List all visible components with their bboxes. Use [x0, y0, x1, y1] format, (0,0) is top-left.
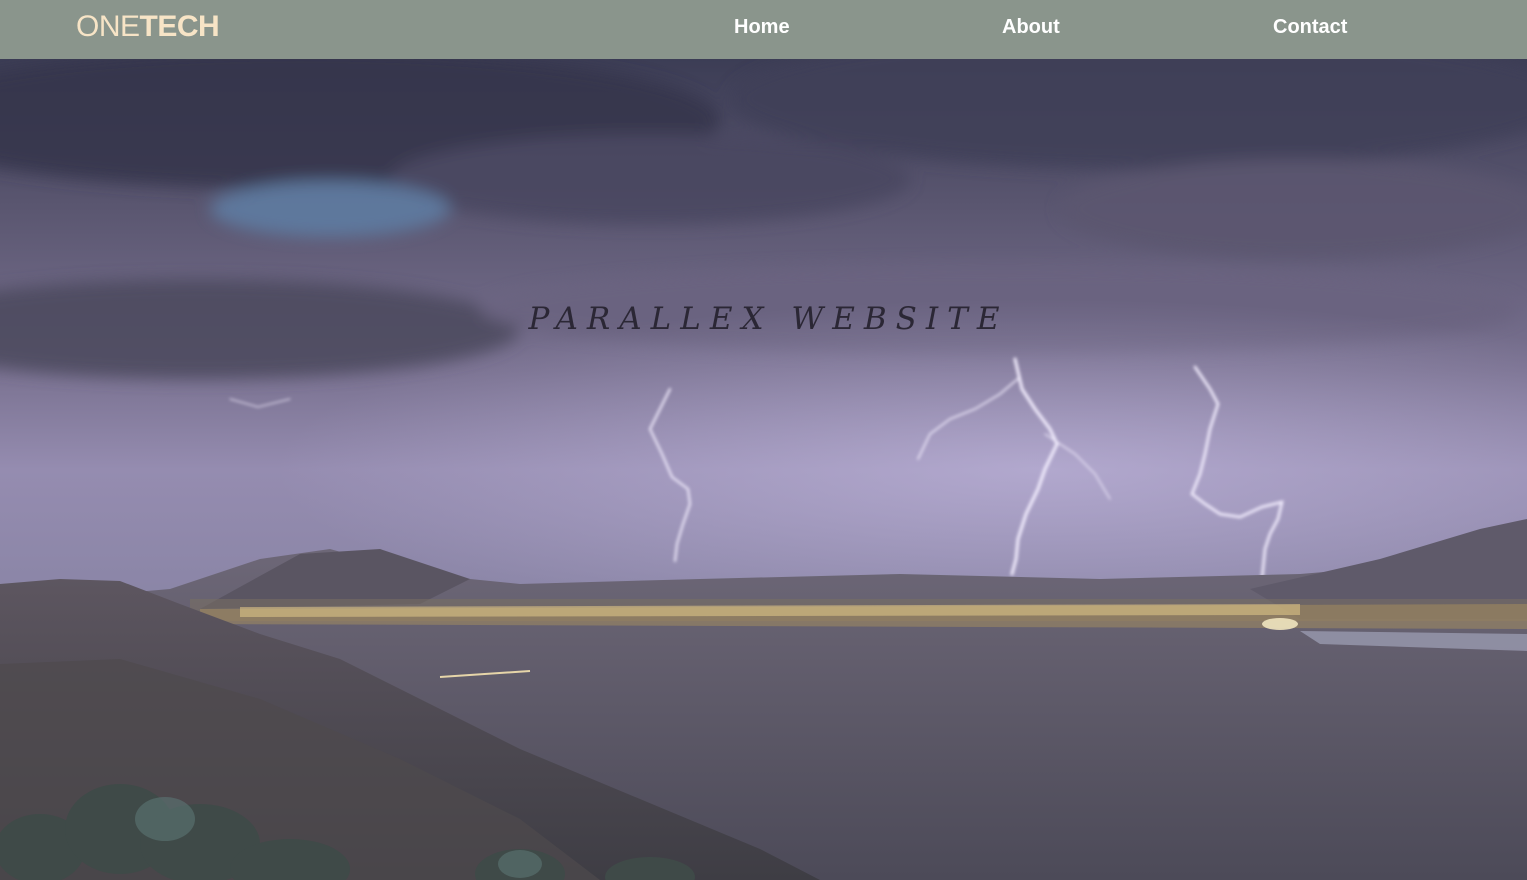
- nav-link-home[interactable]: Home: [734, 16, 790, 38]
- nav-link-contact[interactable]: Contact: [1273, 16, 1347, 38]
- navbar: ONETECH Home About Contact: [0, 0, 1527, 59]
- nav-link-about[interactable]: About: [1002, 16, 1060, 38]
- hero-section: PARALLEX WEBSITE: [0, 59, 1527, 880]
- logo-text-bold: TECH: [139, 10, 220, 43]
- hero-background-image: [0, 59, 1527, 880]
- hero-title: PARALLEX WEBSITE: [528, 301, 1009, 337]
- logo-text-light: ONE: [76, 10, 140, 43]
- logo[interactable]: ONETECH: [76, 10, 220, 44]
